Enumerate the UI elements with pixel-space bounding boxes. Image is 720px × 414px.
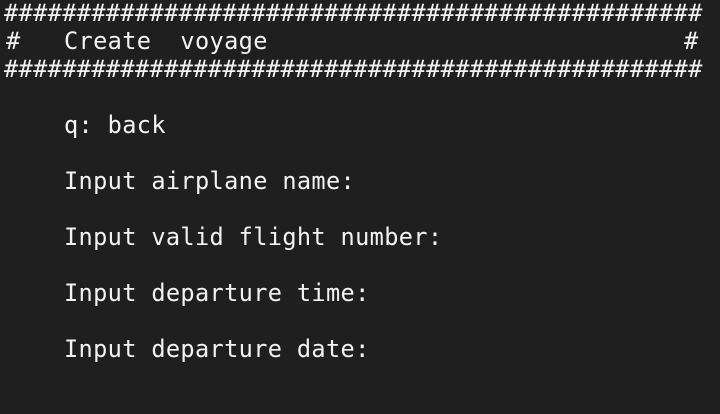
page-title: Create voyage — [64, 27, 268, 55]
departure-date-prompt: Input departure date: — [64, 335, 370, 363]
header-right-hash: # — [684, 27, 699, 55]
header-bottom-border: ########################################… — [4, 55, 703, 83]
flight-number-prompt: Input valid flight number: — [64, 223, 443, 251]
header-left-hash: # — [6, 27, 21, 55]
airplane-name-prompt: Input airplane name: — [64, 167, 356, 195]
header-top-border: ########################################… — [4, 0, 703, 27]
terminal-window: ########################################… — [0, 0, 720, 414]
departure-time-prompt: Input departure time: — [64, 279, 370, 307]
back-menu-option[interactable]: q: back — [64, 111, 166, 139]
